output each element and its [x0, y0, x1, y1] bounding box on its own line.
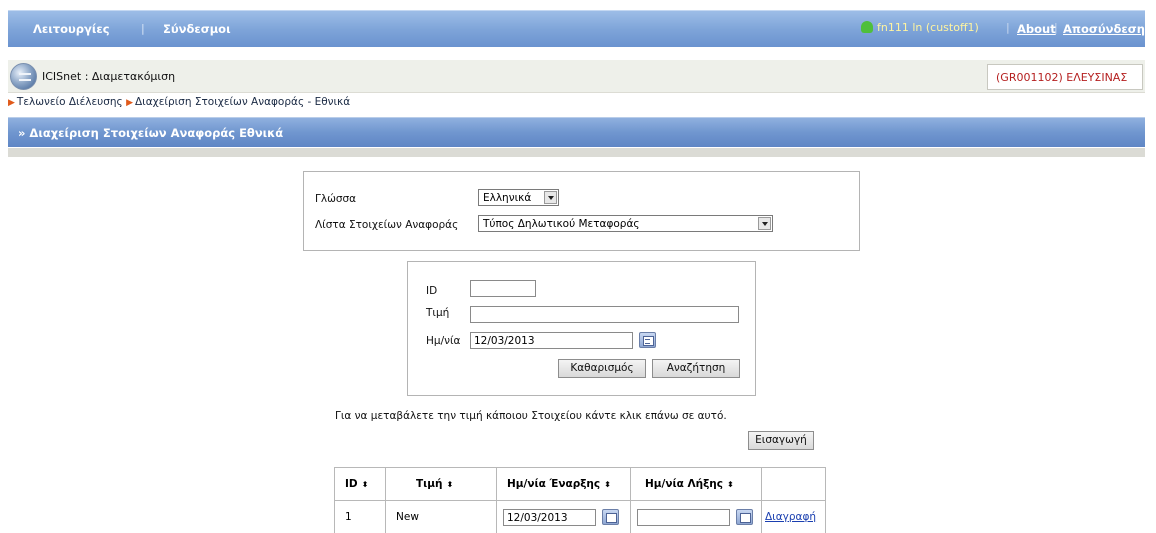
sort-icon: ⬍	[446, 480, 454, 489]
insert-button[interactable]: Εισαγωγή	[748, 431, 814, 450]
id-field[interactable]	[470, 280, 536, 297]
search-button[interactable]: Αναζήτηση	[652, 359, 740, 378]
column-header-end-date[interactable]: Ημ/νία Λήξης ⬍	[630, 467, 762, 501]
user-label: fn111 ln (custoff1)	[877, 21, 979, 34]
breadcrumb-item[interactable]: Τελωνείο Διέλευσης	[17, 96, 123, 108]
breadcrumb-arrow-icon: ▶	[8, 98, 15, 108]
reference-list-value: Τύπος Δηλωτικού Μεταφοράς	[483, 218, 640, 230]
reference-list-select[interactable]: Τύπος Δηλωτικού Μεταφοράς	[478, 215, 773, 232]
cell-action: Διαγραφή	[761, 500, 826, 533]
customs-office-badge: (GR001102) ΕΛΕΥΣΙΝΑΣ	[987, 64, 1143, 90]
value-label: Τιμή	[426, 307, 450, 319]
nav-separator: |	[1006, 21, 1010, 34]
cell-end-date	[630, 500, 762, 533]
about-link[interactable]: About	[1017, 22, 1056, 36]
chevron-down-icon	[544, 191, 557, 204]
page-title: » Διαχείριση Στοιχείων Αναφοράς Εθνικά	[18, 126, 284, 140]
column-header-id[interactable]: ID ⬍	[334, 467, 386, 501]
reference-data-table: ID ⬍ Τιμή ⬍ Ημ/νία Έναρξης ⬍ Ημ/νία Λήξης ⬍ …	[334, 467, 826, 533]
column-header-value[interactable]: Τιμή ⬍	[385, 467, 497, 501]
search-panel: ID Τιμή Ημ/νία 12/03/2013 Καθαρισμός Ανα…	[407, 261, 756, 396]
sort-icon: ⬍	[726, 480, 734, 489]
column-header-start-date[interactable]: Ημ/νία Έναρξης ⬍	[496, 467, 631, 501]
table-header-row: ID ⬍ Τιμή ⬍ Ημ/νία Έναρξης ⬍ Ημ/νία Λήξης ⬍	[334, 467, 826, 501]
start-date-field[interactable]: 12/03/2013	[503, 508, 596, 526]
filter-panel: Γλώσσα Ελληνικά Λίστα Στοιχείων Αναφοράς…	[303, 171, 860, 251]
section-divider	[8, 148, 1145, 157]
language-label: Γλώσσα	[315, 193, 357, 205]
nav-separator: |	[1054, 21, 1058, 34]
user-info: fn111 ln (custoff1)	[861, 21, 979, 34]
section-header: » Διαχείριση Στοιχείων Αναφοράς Εθνικά	[8, 117, 1145, 147]
table-row[interactable]: 1 New 12/03/2013 Διαγραφή	[334, 500, 826, 533]
menu-separator: |	[141, 22, 145, 35]
breadcrumb: ▶ Τελωνείο Διέλευσης ▶ Διαχείριση Στοιχείω…	[8, 96, 350, 108]
reference-list-label: Λίστα Στοιχείων Αναφοράς	[315, 219, 459, 231]
id-label: ID	[426, 285, 438, 297]
value-field[interactable]	[470, 306, 739, 323]
menu-functions[interactable]: Λειτουργίες	[33, 22, 110, 36]
column-header-action	[761, 467, 826, 501]
user-icon	[861, 21, 873, 33]
cell-value[interactable]: New	[385, 500, 497, 533]
date-field[interactable]: 12/03/2013	[470, 332, 633, 349]
end-date-field[interactable]	[637, 508, 730, 526]
calendar-icon[interactable]	[639, 332, 656, 348]
breadcrumb-item[interactable]: Διαχείριση Στοιχείων Αναφοράς - Εθνικά	[135, 96, 350, 108]
app-title: ICISnet : Διαμετακόμιση	[42, 70, 176, 83]
sort-icon: ⬍	[604, 480, 611, 489]
sort-icon: ⬍	[361, 480, 369, 489]
calendar-icon[interactable]	[602, 509, 619, 525]
app-header: ICISnet : Διαμετακόμιση (GR001102) ΕΛΕΥΣ…	[8, 60, 1145, 93]
top-nav-bar: Λειτουργίες | Σύνδεσμοι fn111 ln (custof…	[8, 10, 1145, 47]
date-label: Ημ/νία	[426, 335, 461, 347]
logout-link[interactable]: Αποσύνδεση	[1063, 22, 1145, 36]
chevron-down-icon	[758, 217, 771, 230]
globe-icon	[10, 63, 37, 90]
language-select[interactable]: Ελληνικά	[478, 189, 559, 206]
clear-button[interactable]: Καθαρισμός	[558, 359, 646, 378]
delete-link[interactable]: Διαγραφή	[765, 511, 816, 523]
language-value: Ελληνικά	[483, 192, 532, 204]
breadcrumb-arrow-icon: ▶	[126, 98, 133, 108]
cell-id: 1	[334, 500, 386, 533]
menu-links[interactable]: Σύνδεσμοι	[163, 22, 231, 36]
cell-start-date: 12/03/2013	[496, 500, 631, 533]
edit-hint: Για να μεταβάλετε την τιμή κάποιου Στοιχ…	[335, 410, 727, 422]
calendar-icon[interactable]	[736, 509, 753, 525]
